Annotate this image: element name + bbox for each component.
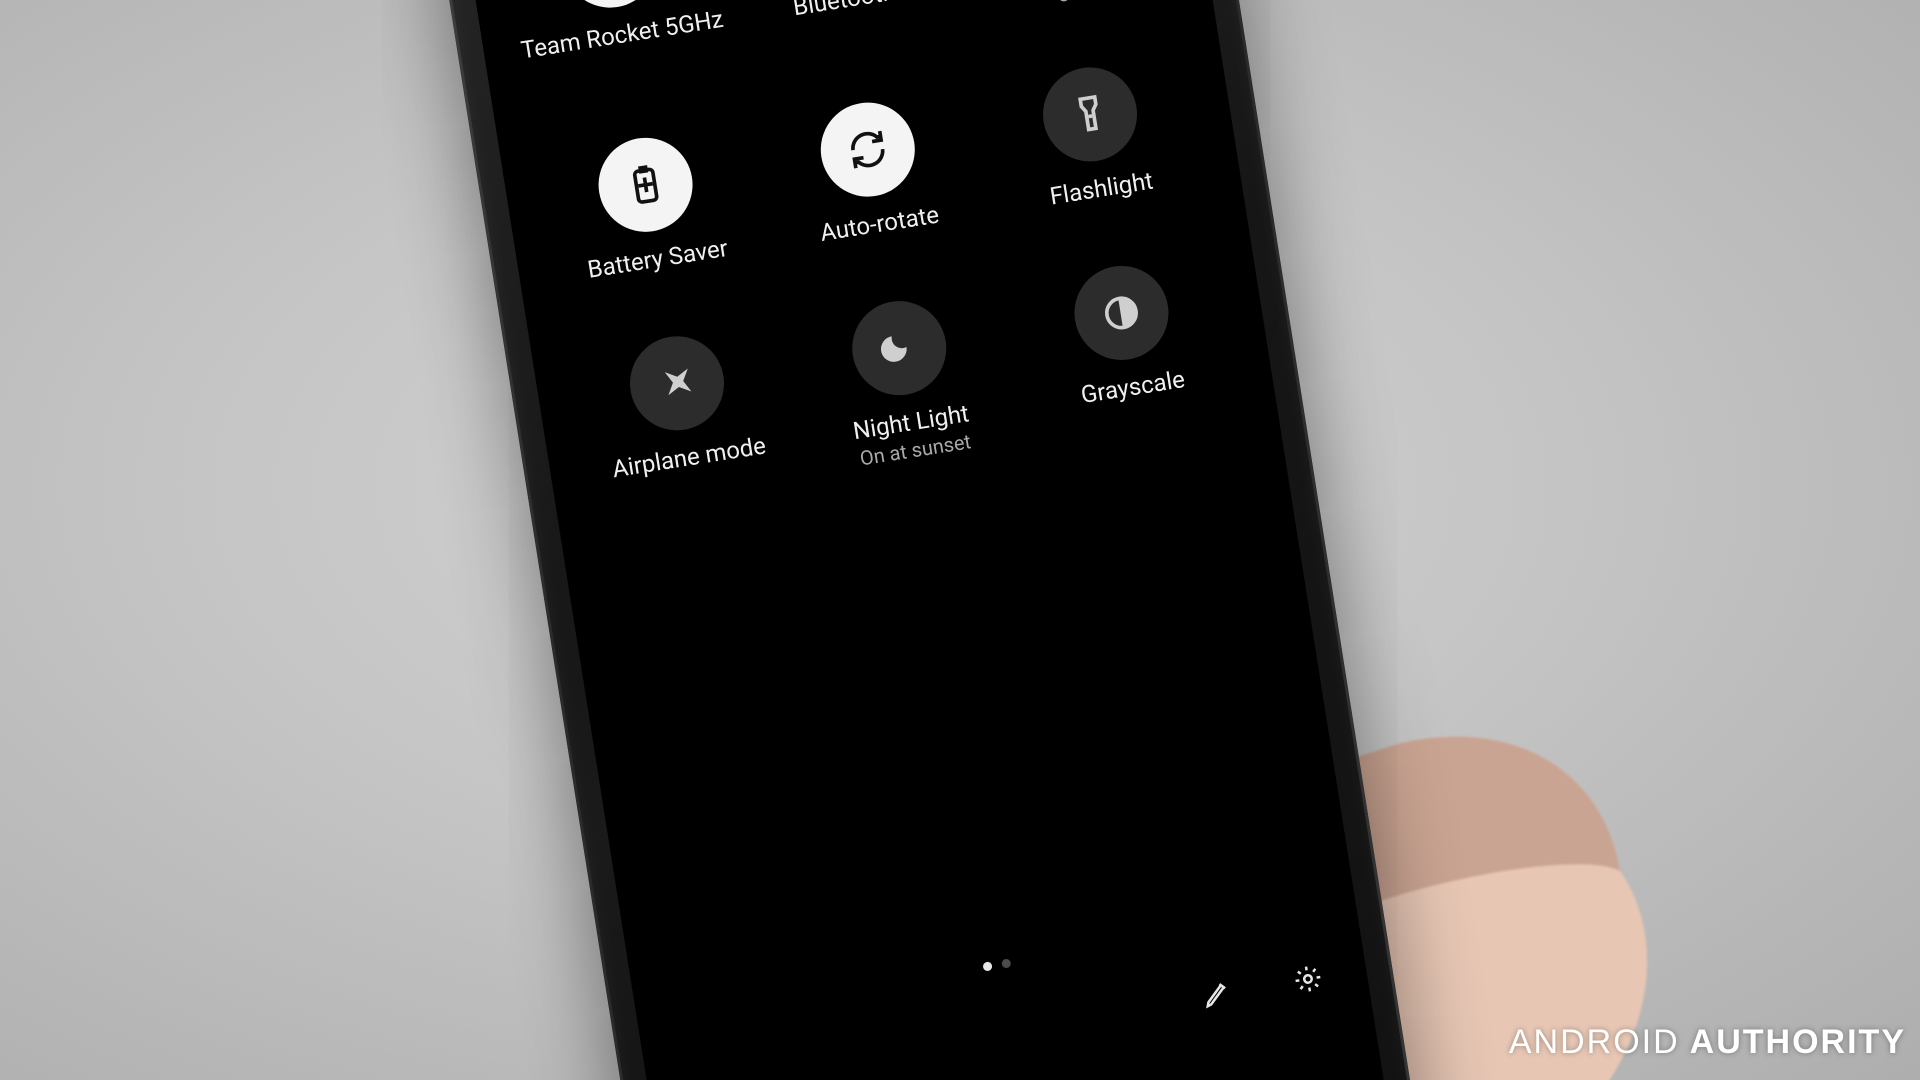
wifi-toggle[interactable]	[557, 0, 665, 14]
tile-bluetooth[interactable]: Bluetooth	[721, 0, 955, 56]
tile-night[interactable]: Night LightOn at sunset	[788, 285, 1022, 479]
tile-flashlight[interactable]: Flashlight	[978, 51, 1207, 219]
tile-label: Battery Saver	[585, 234, 729, 285]
pencil-icon	[1200, 976, 1234, 1010]
page-dot[interactable]	[982, 961, 992, 971]
tile-wifi[interactable]: Team Rocket 5GHz	[499, 0, 733, 91]
grayscale-toggle[interactable]	[1067, 259, 1175, 367]
page-dot[interactable]	[1001, 958, 1011, 968]
photo-scene: 11:40 Wed 6:30 AM Phone muted	[0, 0, 1920, 1080]
rotate-toggle[interactable]	[814, 96, 922, 204]
flashlight-icon	[1064, 89, 1114, 139]
tile-mobile-data[interactable]: Mobile dataOff	[943, 0, 1177, 21]
tile-grayscale[interactable]: Grayscale	[1010, 250, 1244, 444]
battery-icon	[621, 159, 671, 209]
rotate-icon	[843, 124, 893, 174]
night-icon	[874, 323, 924, 373]
tile-battery[interactable]: Battery Saver	[534, 122, 763, 290]
edit-button[interactable]	[1193, 969, 1242, 1020]
night-toggle[interactable]	[845, 294, 953, 402]
tile-label: Bluetooth	[791, 0, 897, 22]
airplane-icon	[652, 358, 702, 408]
tile-rotate[interactable]: Auto-rotate	[756, 87, 985, 255]
tile-label: Flashlight	[1048, 166, 1155, 211]
qs-footer	[1193, 955, 1332, 1020]
tile-sublabel: Off	[1055, 0, 1086, 7]
watermark-thin: ANDROID	[1509, 1023, 1680, 1062]
grayscale-icon	[1096, 287, 1146, 337]
tile-label: Grayscale	[1079, 365, 1187, 410]
watermark: ANDROID AUTHORITY	[1509, 1023, 1906, 1062]
flashlight-toggle[interactable]	[1036, 60, 1144, 168]
tile-label: Auto-rotate	[818, 200, 941, 247]
airplane-toggle[interactable]	[623, 329, 731, 437]
tile-label: Airplane mode	[610, 431, 768, 484]
tile-airplane[interactable]: Airplane mode	[566, 320, 800, 514]
battery-toggle[interactable]	[592, 131, 700, 239]
watermark-bold: AUTHORITY	[1690, 1023, 1906, 1062]
gear-icon	[1291, 962, 1325, 996]
tile-label: Team Rocket 5GHz	[519, 5, 725, 65]
settings-button[interactable]	[1284, 955, 1333, 1006]
qs-tiles-grid: Team Rocket 5GHz Bluetooth Mobile dataOff B…	[499, 0, 1243, 514]
